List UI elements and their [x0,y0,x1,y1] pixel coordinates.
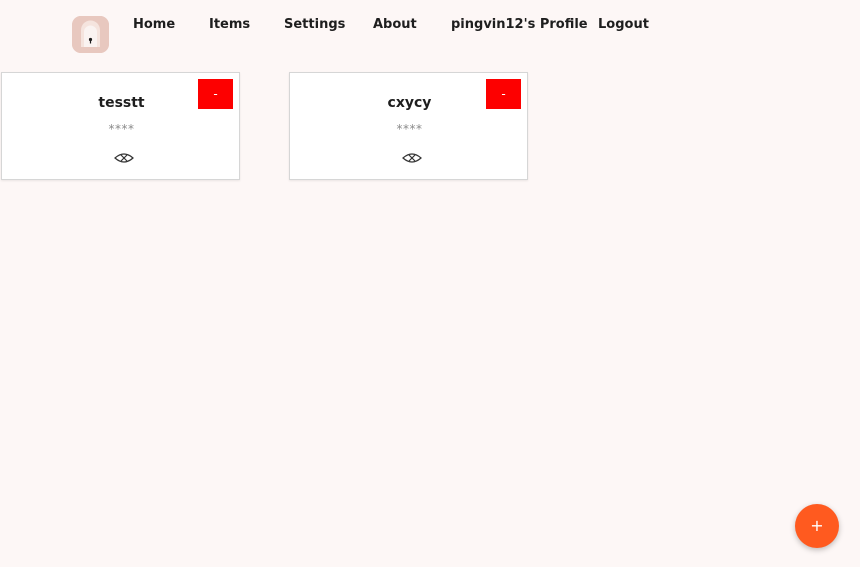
item-card: tesstt **** - [1,72,240,180]
item-masked-value: **** [396,122,423,136]
nav-about[interactable]: About [373,16,417,34]
nav-logout[interactable]: Logout [598,16,649,34]
delete-button[interactable]: - [198,79,233,109]
eye-hidden-icon[interactable] [402,150,422,164]
navbar: Home Items Settings About pingvin12's Pr… [0,0,860,60]
nav-items[interactable]: Items [209,16,250,34]
add-item-button[interactable]: + [795,504,839,548]
nav-settings[interactable]: Settings [284,16,345,34]
lock-icon[interactable] [72,16,109,53]
eye-hidden-icon[interactable] [114,150,134,164]
item-card: cxycy **** - [289,72,528,180]
delete-button[interactable]: - [486,79,521,109]
nav-profile[interactable]: pingvin12's Profile [451,16,588,34]
item-masked-value: **** [108,122,135,136]
nav-home[interactable]: Home [133,16,175,34]
